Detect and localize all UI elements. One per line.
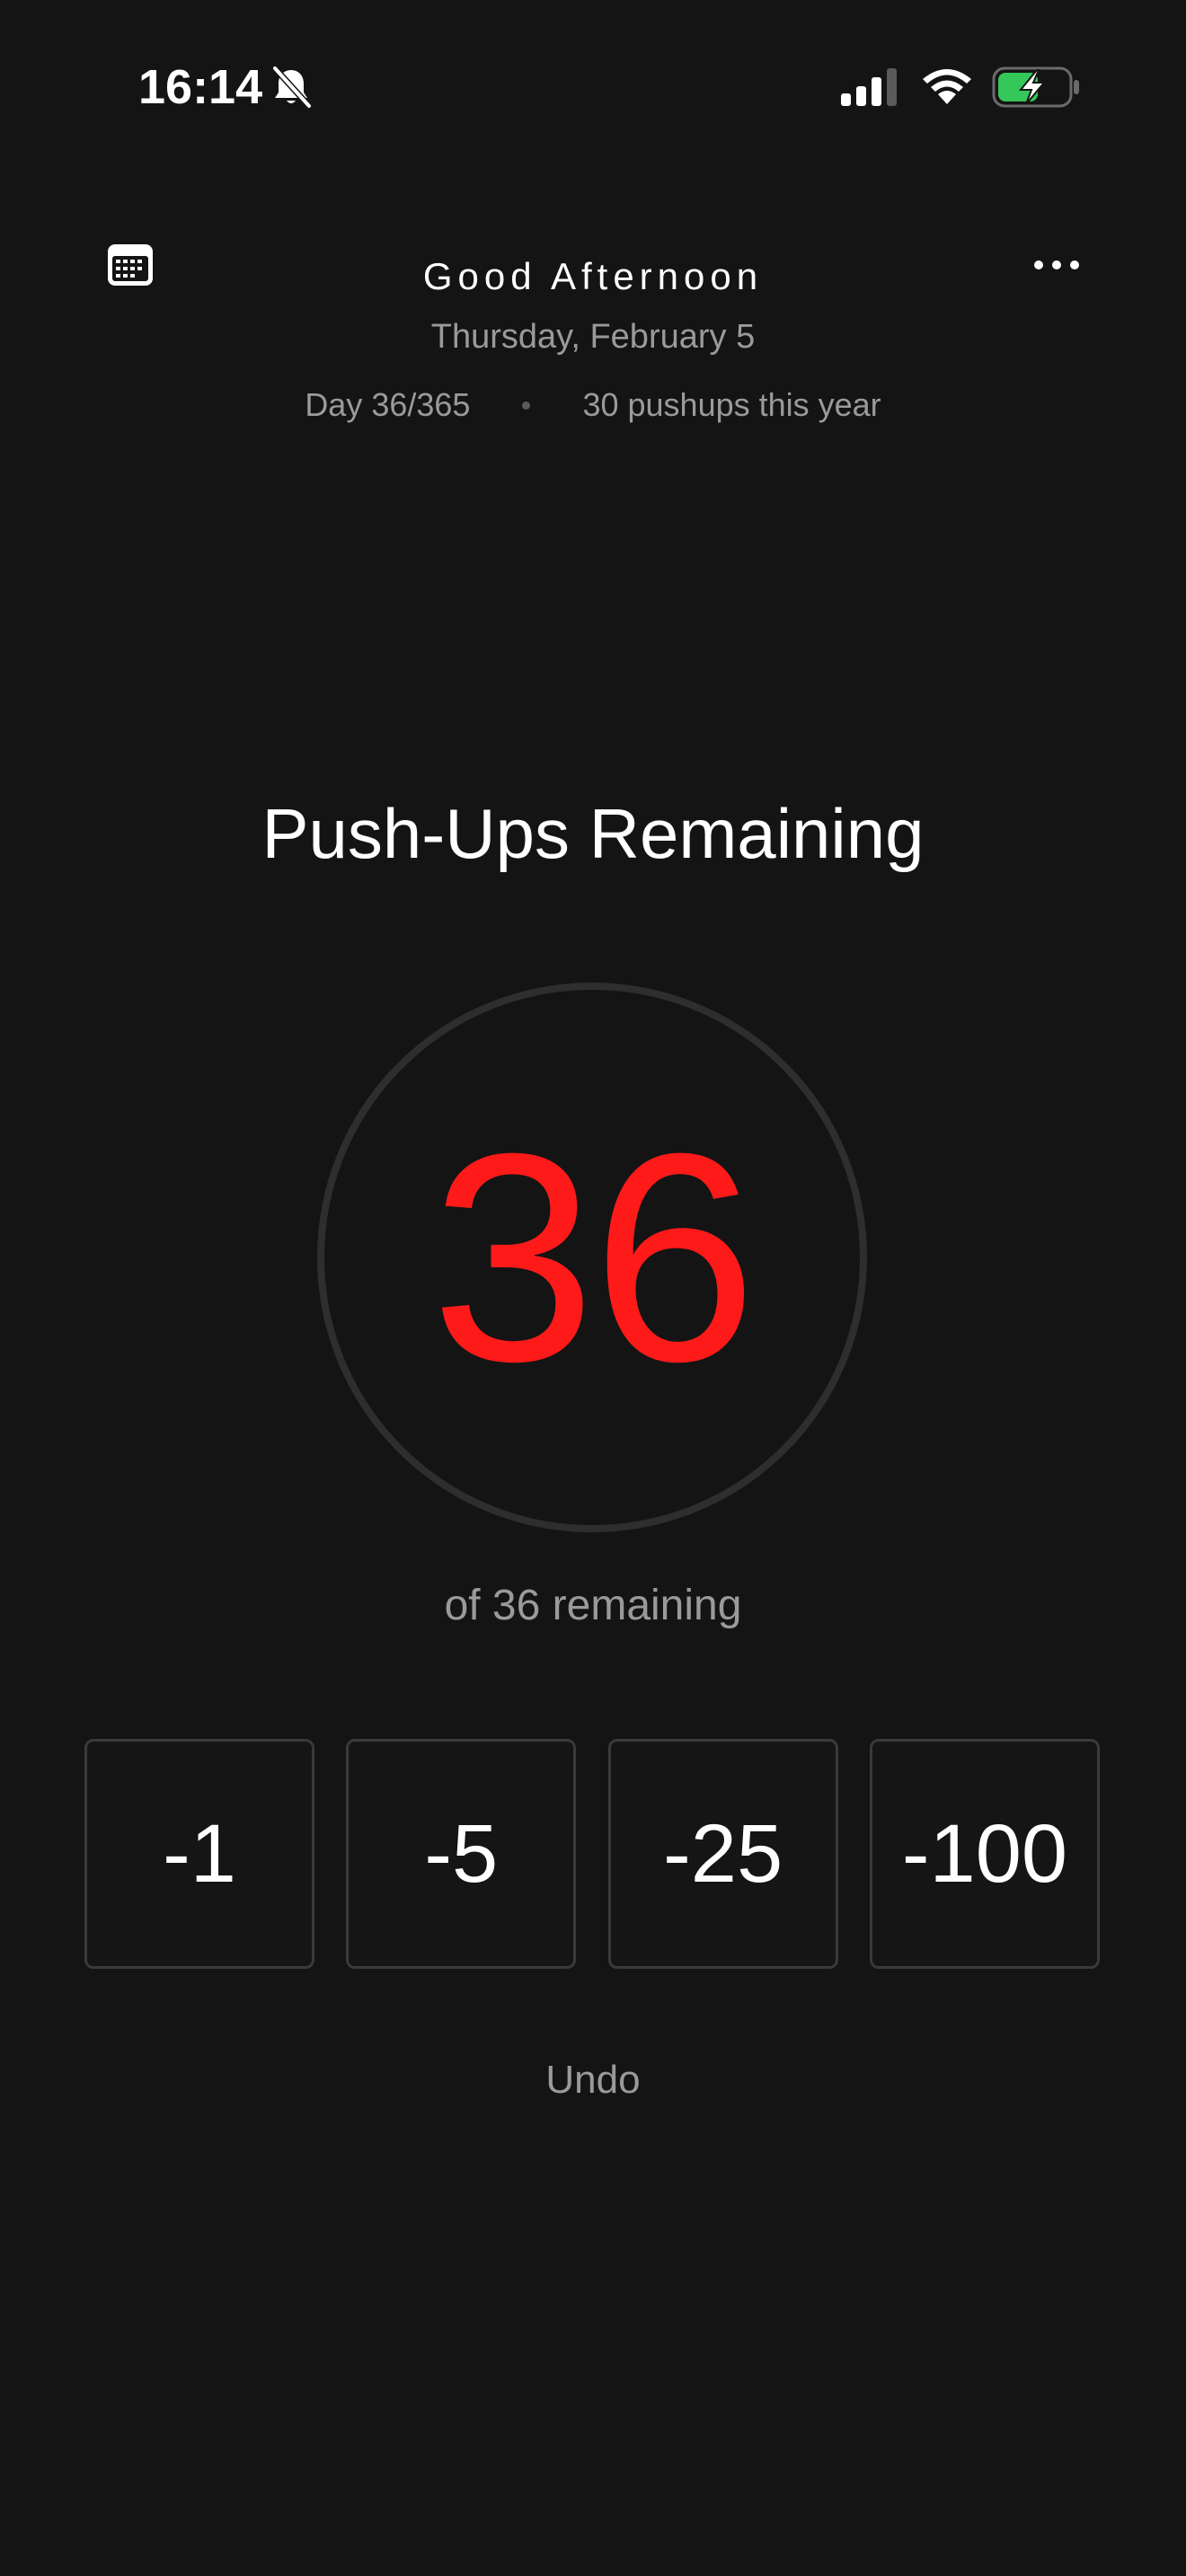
cellular-signal-icon: [841, 68, 897, 106]
minus-5-button[interactable]: -5: [346, 1739, 577, 1969]
minus-25-button[interactable]: -25: [607, 1739, 838, 1969]
minus-1-button[interactable]: -1: [84, 1739, 314, 1969]
bell-slash-icon: [272, 66, 312, 109]
ellipsis-icon[interactable]: [1030, 251, 1084, 278]
remaining-count: 36: [430, 1091, 757, 1423]
day-progress: Day 36/365: [305, 386, 471, 423]
status-time: 16:14: [138, 60, 263, 114]
stats-line: Day 36/365 30 pushups this year: [0, 384, 1186, 426]
counter-title: Push-Ups Remaining: [261, 794, 925, 873]
remaining-subtitle: of 36 remaining: [444, 1582, 742, 1629]
current-date: Thursday, February 5: [430, 318, 756, 356]
decrement-button-row: -1 -5 -25 -100: [84, 1739, 1100, 1969]
year-total: 30 pushups this year: [582, 386, 881, 423]
minus-100-button[interactable]: -100: [869, 1739, 1100, 1969]
battery-charging-icon: [992, 66, 1079, 108]
wifi-icon: [923, 69, 971, 104]
separator-dot: [522, 401, 531, 410]
undo-button[interactable]: Undo: [0, 2055, 1186, 2105]
greeting-title: Good Afternoon: [422, 255, 764, 297]
